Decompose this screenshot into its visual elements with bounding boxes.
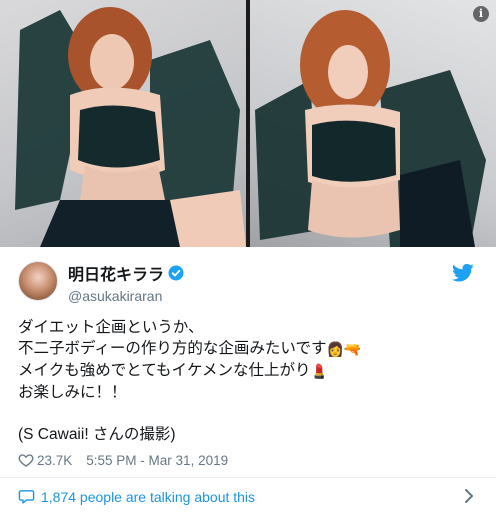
tweet-line-1: ダイエット企画というか、 xyxy=(18,319,204,336)
handle[interactable]: @asukakiraran xyxy=(68,288,184,304)
timestamp[interactable]: 5:55 PM - Mar 31, 2019 xyxy=(86,453,228,468)
pistol-emoji-icon: 🔫 xyxy=(343,341,362,357)
chevron-right-icon[interactable] xyxy=(464,488,474,504)
talking-count[interactable]: 1,874 people are talking about this xyxy=(41,489,255,505)
conversation-link[interactable]: 1,874 people are talking about this xyxy=(0,477,496,515)
photo-gallery[interactable]: i xyxy=(0,0,496,247)
tweet-header: 明日花キララ @asukakiraran xyxy=(18,259,480,304)
photo-left[interactable] xyxy=(0,0,246,247)
photo-left-illustration xyxy=(15,7,246,247)
twitter-bird-icon[interactable] xyxy=(452,263,474,283)
verified-icon xyxy=(168,265,184,281)
avatar[interactable] xyxy=(18,261,58,301)
tweet-line-2: 不二子ボディーの作り方的な企画みたいです👩🔫 xyxy=(18,338,480,360)
tweet-line-3-text: メイクも強めでとてもイケメンな仕上がり xyxy=(18,362,311,379)
tweet-line-3: メイクも強めでとてもイケメンな仕上がり💄 xyxy=(18,360,480,382)
like-count[interactable]: 23.7K xyxy=(37,453,72,468)
tweet-text: ダイエット企画というか、 不二子ボディーの作り方的な企画みたいです👩🔫 メイクも… xyxy=(18,317,480,445)
tweet-card: 明日花キララ @asukakiraran ダイエット企画というか、 不二子ボディ… xyxy=(0,247,496,477)
photo-right[interactable]: i xyxy=(250,0,496,247)
display-name[interactable]: 明日花キララ xyxy=(68,261,164,285)
tweet-line-5: (S Cawaii! さんの撮影) xyxy=(18,426,176,443)
tweet-line-2-text: 不二子ボディーの作り方的な企画みたいです xyxy=(18,340,327,357)
author-block[interactable]: 明日花キララ @asukakiraran xyxy=(68,261,184,304)
tweet-meta: 23.7K 5:55 PM - Mar 31, 2019 xyxy=(18,452,480,468)
photo-right-illustration xyxy=(255,10,486,247)
info-icon[interactable]: i xyxy=(473,6,489,22)
woman-emoji-icon: 👩 xyxy=(326,341,344,357)
tweet-line-4: お楽しみに！！ xyxy=(18,384,127,401)
lipstick-emoji-icon: 💄 xyxy=(310,363,328,379)
comment-bubble-icon xyxy=(18,490,35,504)
display-name-row: 明日花キララ xyxy=(68,261,184,285)
heart-icon[interactable] xyxy=(18,452,34,468)
